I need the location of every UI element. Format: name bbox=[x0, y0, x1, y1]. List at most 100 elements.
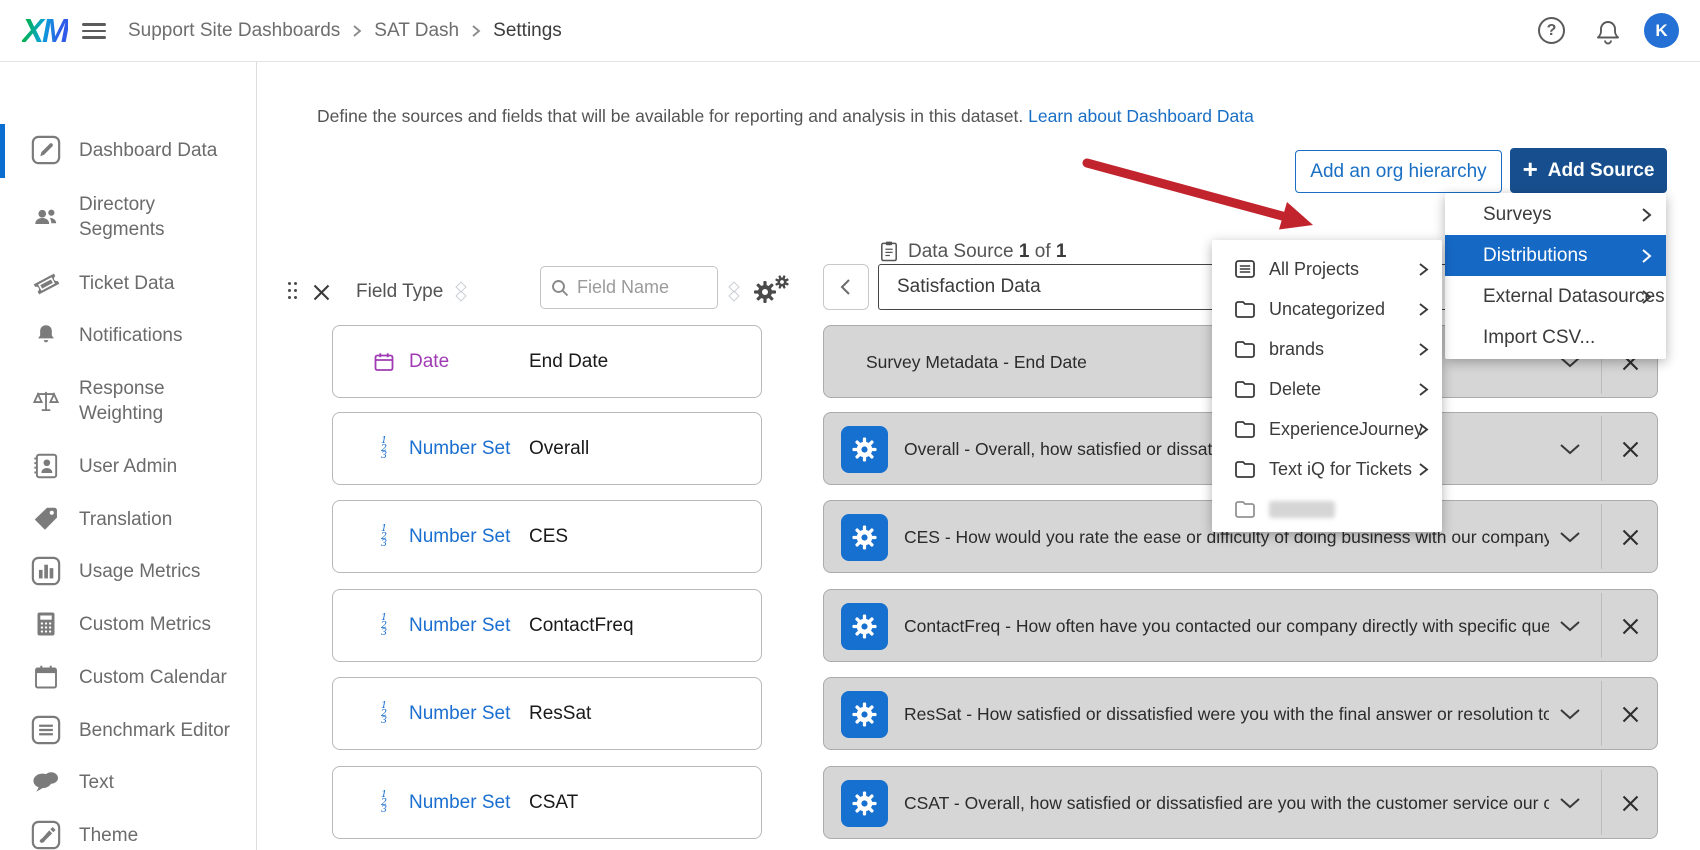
chevron-right-icon bbox=[1418, 302, 1429, 317]
chevron-down-icon[interactable] bbox=[1559, 443, 1581, 456]
plus-icon: + bbox=[1523, 154, 1538, 185]
field-row[interactable]: 123 Number Set ContactFreq bbox=[332, 589, 762, 662]
sidebar-item-user-admin[interactable]: User Admin bbox=[0, 438, 256, 494]
xm-logo[interactable]: XM bbox=[22, 12, 68, 50]
search-input[interactable] bbox=[577, 277, 697, 298]
menu-item-label: Distributions bbox=[1483, 245, 1588, 267]
field-type-label[interactable]: Number Set bbox=[409, 703, 517, 725]
field-row[interactable]: 123 Number Set CSAT bbox=[332, 766, 762, 839]
sidebar-item-dashboard-data[interactable]: Dashboard Data bbox=[0, 122, 256, 178]
folder-icon bbox=[1233, 457, 1257, 481]
paintbrush-box-icon bbox=[29, 819, 63, 850]
submenu-item-experiencejourney[interactable]: ExperienceJourney bbox=[1212, 409, 1442, 449]
pencil-box-icon bbox=[29, 134, 63, 166]
sidebar-item-usage-metrics[interactable]: Usage Metrics bbox=[0, 543, 256, 599]
chevron-down-icon[interactable] bbox=[1559, 797, 1581, 810]
field-type-label[interactable]: Number Set bbox=[409, 615, 517, 637]
help-icon[interactable]: ? bbox=[1538, 17, 1565, 44]
field-settings-gear-button[interactable] bbox=[841, 603, 888, 650]
field-type-label[interactable]: Number Set bbox=[409, 526, 517, 548]
menu-item-external-datasources[interactable]: External Datasources bbox=[1445, 276, 1666, 317]
sort-icon[interactable] bbox=[456, 282, 466, 304]
submenu-item-label: ExperienceJourney bbox=[1269, 419, 1423, 440]
sidebar-item-label: User Admin bbox=[79, 454, 177, 479]
chevron-down-icon[interactable] bbox=[1559, 708, 1581, 721]
mapped-field-row: CSAT - Overall, how satisfied or dissati… bbox=[823, 766, 1658, 839]
settings-gears-icon[interactable] bbox=[752, 273, 792, 309]
sidebar-item-text[interactable]: Text bbox=[0, 754, 256, 810]
sidebar-item-response-weighting[interactable]: Response Weighting bbox=[0, 373, 256, 429]
list-icon bbox=[1233, 257, 1257, 281]
menu-item-label: External Datasources bbox=[1483, 286, 1665, 308]
contact-book-icon bbox=[29, 451, 63, 481]
chevron-down-icon[interactable] bbox=[1559, 531, 1581, 544]
sidebar-item-custom-calendar[interactable]: Custom Calendar bbox=[0, 649, 256, 705]
remove-field-icon[interactable] bbox=[1621, 528, 1640, 547]
field-settings-gear-button[interactable] bbox=[841, 691, 888, 738]
divider bbox=[1601, 593, 1602, 658]
sidebar-item-benchmark-editor[interactable]: Benchmark Editor bbox=[0, 702, 256, 758]
learn-about-link[interactable]: Learn about Dashboard Data bbox=[1028, 106, 1254, 126]
breadcrumb-item[interactable]: SAT Dash bbox=[374, 20, 459, 42]
remove-field-icon[interactable] bbox=[1621, 617, 1640, 636]
chevron-down-icon[interactable] bbox=[1559, 620, 1581, 633]
chevron-right-icon bbox=[1641, 207, 1652, 223]
hamburger-menu-icon[interactable] bbox=[82, 23, 106, 40]
field-row[interactable]: Date End Date bbox=[332, 325, 762, 398]
add-source-menu: Surveys Distributions External Datasourc… bbox=[1445, 193, 1666, 359]
submenu-item-delete[interactable]: Delete bbox=[1212, 369, 1442, 409]
sidebar-item-custom-metrics[interactable]: Custom Metrics bbox=[0, 596, 256, 652]
breadcrumb-separator-icon bbox=[352, 23, 362, 39]
field-settings-gear-button[interactable] bbox=[841, 514, 888, 561]
top-bar: XM Support Site Dashboards SAT Dash Sett… bbox=[0, 0, 1700, 62]
remove-field-icon[interactable] bbox=[1621, 705, 1640, 724]
avatar[interactable]: K bbox=[1644, 13, 1679, 48]
chevron-right-icon bbox=[1641, 289, 1652, 305]
sidebar-item-directory-segments[interactable]: Directory Segments bbox=[0, 189, 256, 245]
breadcrumb-item[interactable]: Support Site Dashboards bbox=[128, 20, 340, 42]
notifications-bell-icon[interactable] bbox=[1594, 16, 1622, 46]
submenu-item-uncategorized[interactable]: Uncategorized bbox=[1212, 289, 1442, 329]
page-description: Define the sources and fields that will … bbox=[317, 106, 1254, 127]
sort-icon[interactable] bbox=[729, 282, 739, 304]
close-icon[interactable] bbox=[312, 283, 331, 302]
divider bbox=[1601, 504, 1602, 569]
remove-field-icon[interactable] bbox=[1621, 794, 1640, 813]
field-row[interactable]: 123 Number Set ResSat bbox=[332, 677, 762, 750]
projects-submenu: All Projects Uncategorized brands Delete… bbox=[1212, 240, 1442, 532]
field-row[interactable]: 123 Number Set CES bbox=[332, 500, 762, 573]
ticket-icon bbox=[29, 267, 63, 299]
drag-handle[interactable] bbox=[288, 282, 302, 302]
submenu-item-label: All Projects bbox=[1269, 259, 1359, 280]
field-type-label[interactable]: Date bbox=[409, 351, 517, 373]
submenu-item-all-projects[interactable]: All Projects bbox=[1212, 249, 1442, 289]
sidebar-item-ticket-data[interactable]: Ticket Data bbox=[0, 255, 256, 311]
sidebar-item-notifications[interactable]: Notifications bbox=[0, 307, 256, 363]
submenu-item-text-iq-for-tickets[interactable]: Text iQ for Tickets bbox=[1212, 449, 1442, 489]
menu-item-surveys[interactable]: Surveys bbox=[1445, 194, 1666, 235]
calendar-icon bbox=[29, 663, 63, 691]
sidebar-item-translation[interactable]: Translation bbox=[0, 491, 256, 547]
submenu-item-redacted[interactable] bbox=[1212, 489, 1442, 529]
field-type-label[interactable]: Number Set bbox=[409, 792, 517, 814]
menu-item-import-csv[interactable]: Import CSV... bbox=[1445, 317, 1666, 358]
submenu-item-brands[interactable]: brands bbox=[1212, 329, 1442, 369]
field-type-header: Field Type bbox=[356, 281, 443, 303]
sidebar-item-theme[interactable]: Theme bbox=[0, 807, 256, 850]
remove-field-icon[interactable] bbox=[1621, 440, 1640, 459]
add-org-hierarchy-button[interactable]: Add an org hierarchy bbox=[1295, 150, 1502, 193]
previous-source-button[interactable] bbox=[823, 264, 869, 310]
add-source-label: Add Source bbox=[1548, 160, 1655, 182]
field-type-label[interactable]: Number Set bbox=[409, 438, 517, 460]
field-settings-gear-button[interactable] bbox=[841, 426, 888, 473]
field-settings-gear-button[interactable] bbox=[841, 780, 888, 827]
add-source-button[interactable]: + Add Source bbox=[1510, 148, 1667, 193]
submenu-item-label: Text iQ for Tickets bbox=[1269, 459, 1412, 480]
search-icon bbox=[551, 279, 569, 297]
mapped-field-text: ResSat - How satisfied or dissatisfied w… bbox=[904, 678, 1549, 751]
sidebar-item-label: Dashboard Data bbox=[79, 138, 217, 163]
lines-box-icon bbox=[29, 714, 63, 746]
divider bbox=[1601, 416, 1602, 481]
menu-item-distributions[interactable]: Distributions bbox=[1445, 235, 1666, 276]
field-row[interactable]: 123 Number Set Overall bbox=[332, 412, 762, 485]
